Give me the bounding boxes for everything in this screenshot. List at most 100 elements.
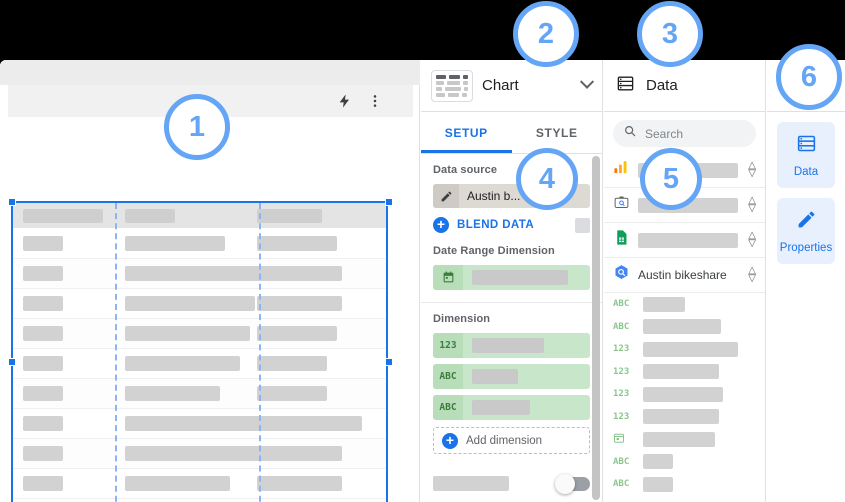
right-rail: Data Properties	[767, 60, 845, 502]
table-cell	[247, 236, 386, 251]
dimension-chip[interactable]: 123	[433, 333, 590, 358]
data-source-row[interactable]: △ ▽	[604, 223, 765, 258]
option-toggle-row[interactable]	[421, 466, 602, 501]
table-component[interactable]: - ❮ ❯	[11, 201, 388, 502]
app-window: - ❮ ❯	[0, 60, 845, 502]
blend-data-row[interactable]: + BLEND DATA	[433, 217, 590, 233]
google-sheets-icon	[613, 229, 630, 251]
field-type-icon: ABC	[613, 299, 630, 310]
table-cell	[115, 476, 247, 491]
column-guide-1[interactable]	[115, 203, 117, 502]
calendar-icon	[433, 265, 463, 290]
field-type-icon: 123	[613, 344, 630, 355]
search-input[interactable]: Search	[613, 120, 756, 147]
cell-placeholder	[23, 386, 63, 401]
field-row[interactable]	[604, 428, 765, 451]
resize-handle-ml[interactable]	[8, 358, 16, 366]
table-cell	[115, 386, 247, 401]
tab-setup[interactable]: SETUP	[421, 112, 512, 153]
cell-placeholder	[23, 326, 63, 341]
cell-placeholder	[125, 416, 260, 431]
cell-placeholder	[257, 296, 342, 311]
blend-data-box[interactable]	[575, 217, 590, 233]
table-cell	[13, 296, 115, 311]
rail-button-data[interactable]: Data	[777, 122, 835, 188]
field-name-placeholder	[643, 386, 723, 402]
table-cell	[115, 236, 247, 251]
field-row[interactable]: ABC	[604, 451, 765, 474]
date-range-chip[interactable]	[433, 265, 590, 290]
table-chart-thumbnail-icon[interactable]	[431, 69, 473, 102]
dimension-value-placeholder	[472, 369, 518, 384]
field-row[interactable]: 123	[604, 361, 765, 384]
field-name-placeholder	[643, 341, 738, 357]
cell-placeholder	[257, 416, 362, 431]
field-type-icon: ABC	[613, 321, 630, 332]
pencil-icon[interactable]	[433, 184, 459, 208]
cell-placeholder	[23, 356, 63, 371]
field-type-icon: ABC	[613, 479, 630, 490]
cell-placeholder	[23, 296, 63, 311]
table-header-row	[13, 203, 386, 229]
table-cell	[13, 476, 115, 491]
expand-collapse-icon[interactable]: △ ▽	[748, 231, 756, 249]
data-list-icon	[796, 133, 817, 159]
expand-collapse-icon[interactable]: △ ▽	[748, 196, 756, 214]
collapse-icon[interactable]: △ ▽	[748, 266, 756, 284]
tab-style[interactable]: STYLE	[512, 112, 603, 153]
source-name-placeholder	[638, 232, 738, 248]
chart-panel-header[interactable]: Chart	[421, 60, 602, 112]
resize-handle-tl[interactable]	[8, 198, 16, 206]
bigquery-icon	[613, 264, 630, 286]
table-cell	[247, 416, 386, 431]
dimension-value-placeholder	[472, 338, 544, 353]
table-cell	[13, 446, 115, 461]
column-guide-2[interactable]	[259, 203, 261, 502]
field-row[interactable]: 123	[604, 383, 765, 406]
resize-handle-mr[interactable]	[385, 358, 393, 366]
field-list: ABC ABC 123 123 123 123 ABC ABC	[604, 293, 765, 496]
table-cell	[13, 266, 115, 281]
blend-data-label: BLEND DATA	[457, 219, 535, 231]
callout-badge-4: 4	[516, 148, 578, 210]
search-wrapper: Search	[604, 112, 765, 153]
data-source-row[interactable]: Austin bikeshare △ ▽	[604, 258, 765, 293]
table-cell	[247, 356, 386, 371]
table-cell	[13, 236, 115, 251]
field-type-icon: ABC	[613, 456, 630, 467]
field-type-icon: 123	[613, 389, 630, 400]
option-toggle[interactable]	[555, 473, 590, 494]
callout-badge-5: 5	[640, 148, 702, 210]
dimension-chip[interactable]: ABC	[433, 364, 590, 389]
add-dimension-label: Add dimension	[466, 434, 543, 447]
resize-handle-tr[interactable]	[385, 198, 393, 206]
table-cell	[13, 386, 115, 401]
field-row[interactable]: 123	[604, 338, 765, 361]
table-row	[13, 379, 386, 409]
field-name-placeholder	[643, 454, 673, 470]
table-cell	[247, 266, 386, 281]
plus-circle-icon[interactable]: +	[442, 432, 458, 449]
field-row[interactable]: ABC	[604, 316, 765, 339]
field-row[interactable]: ABC	[604, 293, 765, 316]
field-name-placeholder	[643, 431, 715, 447]
field-row[interactable]: 123	[604, 406, 765, 429]
field-row[interactable]: ABC	[604, 473, 765, 496]
cell-placeholder	[257, 386, 327, 401]
table-cell	[115, 446, 260, 461]
rail-button-properties[interactable]: Properties	[777, 198, 835, 264]
setup-panel-scrollbar[interactable]	[592, 156, 600, 500]
add-dimension-button[interactable]: + Add dimension	[433, 427, 590, 454]
field-name-placeholder	[643, 476, 673, 492]
expand-collapse-icon[interactable]: △ ▽	[748, 161, 756, 179]
cell-placeholder	[125, 326, 250, 341]
table-cell	[115, 266, 260, 281]
chevron-down-icon[interactable]	[579, 74, 595, 89]
plus-circle-icon[interactable]: +	[433, 217, 449, 233]
more-vert-icon[interactable]	[367, 93, 383, 109]
date-range-value-placeholder	[472, 270, 568, 285]
dimension-chip[interactable]: ABC	[433, 395, 590, 420]
table-row	[13, 229, 386, 259]
table-cell	[247, 326, 386, 341]
lightning-bolt-icon[interactable]	[337, 93, 353, 109]
